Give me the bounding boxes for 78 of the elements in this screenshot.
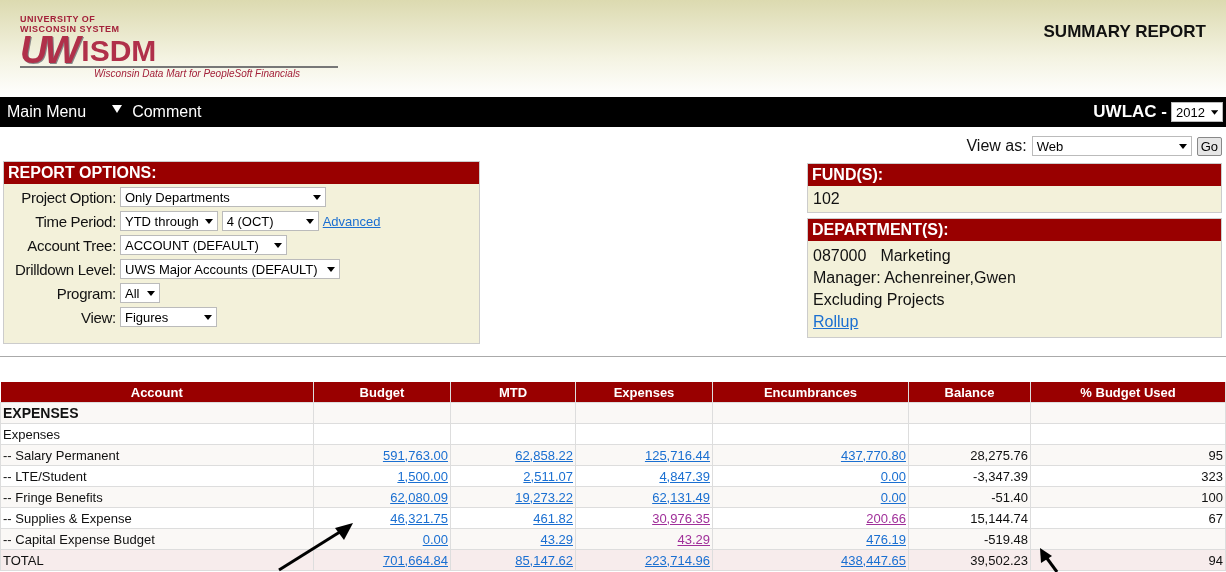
caret-icon bbox=[204, 314, 212, 320]
amount-link[interactable]: 200.66 bbox=[866, 510, 906, 526]
panel-header: REPORT OPTIONS: bbox=[4, 162, 479, 184]
fund-value: 102 bbox=[813, 190, 840, 207]
caret-icon bbox=[327, 266, 335, 272]
caret-icon bbox=[274, 242, 282, 248]
column-header: Balance bbox=[908, 382, 1031, 403]
table-cell: 67 bbox=[1208, 510, 1223, 526]
go-button[interactable]: Go bbox=[1196, 136, 1222, 156]
caret-icon bbox=[204, 218, 213, 224]
account-cell: -- Salary Permanent bbox=[3, 447, 120, 463]
table-cell: 15,144.74 bbox=[970, 510, 1028, 526]
view-as-select[interactable]: Web bbox=[1031, 136, 1192, 156]
logo-caption: UNIVERSITY OF WISCONSIN SYSTEM bbox=[20, 14, 121, 34]
field-label: Drilldown Level: bbox=[13, 260, 116, 278]
view-as-label: View as: bbox=[966, 137, 1027, 155]
field-label: View: bbox=[80, 308, 116, 326]
select-field[interactable]: Only Departments bbox=[120, 187, 326, 207]
table-cell: 28,275.76 bbox=[970, 447, 1028, 463]
account-cell: -- Supplies & Expense bbox=[3, 510, 132, 526]
account-cell: EXPENSES bbox=[3, 405, 79, 421]
select-field[interactable]: UWS Major Accounts (DEFAULT) bbox=[120, 259, 340, 279]
amount-link[interactable]: 43.29 bbox=[677, 531, 710, 547]
panel-header: FUND(S): bbox=[808, 164, 1221, 186]
dropdown-triangle-icon[interactable] bbox=[112, 105, 123, 113]
field-label: Project Option: bbox=[20, 188, 116, 206]
select-field[interactable]: ACCOUNT (DEFAULT) bbox=[120, 235, 287, 255]
select-field[interactable]: Figures bbox=[120, 307, 217, 327]
advanced-link[interactable]: Advanced bbox=[322, 213, 381, 229]
department-code: 087000 bbox=[813, 246, 867, 266]
column-header: Expenses bbox=[575, 382, 713, 403]
year-select[interactable]: 2012 bbox=[1171, 102, 1223, 122]
table-cell: -51.40 bbox=[991, 489, 1028, 505]
department-name: Marketing bbox=[880, 246, 951, 266]
amount-link[interactable]: 0.00 bbox=[422, 531, 448, 547]
select-field[interactable]: YTD through bbox=[120, 211, 218, 231]
department-info: Excluding Projects bbox=[813, 291, 945, 308]
account-cell: TOTAL bbox=[3, 552, 44, 568]
field-label: Account Tree: bbox=[26, 236, 116, 254]
page-title: SUMMARY REPORT bbox=[1043, 21, 1207, 43]
logo-wordmark: ISDM bbox=[81, 36, 157, 66]
table-cell: 95 bbox=[1208, 447, 1223, 463]
account-cell: -- Capital Expense Budget bbox=[3, 531, 155, 547]
caret-icon bbox=[313, 194, 321, 200]
table-cell: -519.48 bbox=[983, 531, 1028, 547]
rollup-link[interactable]: Rollup bbox=[813, 313, 859, 330]
caret-icon bbox=[1178, 143, 1187, 149]
account-cell: -- Fringe Benefits bbox=[3, 489, 103, 505]
table-cell: -3,347.39 bbox=[973, 468, 1028, 484]
caret-icon bbox=[1210, 109, 1218, 115]
caret-icon bbox=[147, 290, 155, 296]
panel-header: DEPARTMENT(S): bbox=[808, 219, 1221, 241]
column-header: Budget bbox=[313, 382, 451, 403]
table-cell: 39,502.23 bbox=[970, 552, 1028, 568]
campus-label: UWLAC - bbox=[1093, 102, 1167, 122]
caret-icon bbox=[305, 218, 314, 224]
account-cell: -- LTE/Student bbox=[3, 468, 87, 484]
department-info: Manager: Achenreiner,Gwen bbox=[813, 269, 1016, 286]
column-header: Encumbrances bbox=[712, 382, 909, 403]
amount-link[interactable]: 476.19 bbox=[866, 531, 906, 547]
table-cell: 323 bbox=[1201, 468, 1223, 484]
table-cell: 94 bbox=[1208, 552, 1223, 568]
amount-link[interactable]: 43.29 bbox=[540, 531, 573, 547]
column-header: % Budget Used bbox=[1030, 382, 1226, 403]
select-field[interactable]: 4 (OCT) bbox=[221, 211, 319, 231]
menu-item[interactable]: Main Menu bbox=[7, 103, 87, 121]
account-cell: Expenses bbox=[3, 426, 61, 442]
select-field[interactable]: All bbox=[120, 283, 160, 303]
column-header: MTD bbox=[450, 382, 576, 403]
annotation-arrow bbox=[1037, 547, 1061, 572]
field-label: Time Period: bbox=[34, 212, 116, 230]
menu-item[interactable]: Comment bbox=[132, 103, 202, 121]
amount-link[interactable]: 0.00 bbox=[880, 468, 906, 484]
table-cell: 100 bbox=[1201, 489, 1223, 505]
amount-link[interactable]: 0.00 bbox=[880, 489, 906, 505]
column-header: Account bbox=[0, 382, 314, 403]
logo-tagline: Wisconsin Data Mart for PeopleSoft Financials bbox=[94, 68, 302, 79]
field-label: Program: bbox=[55, 284, 116, 302]
